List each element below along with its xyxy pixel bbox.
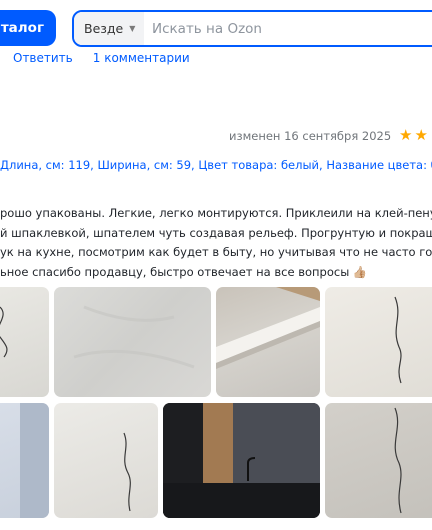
review-edited-date: изменен 16 сентября 2025 [229,129,392,143]
review-photo[interactable] [54,287,211,397]
search-bar: Везде ▼ [72,10,432,47]
review-text: рошо упакованы. Легкие, легко монтируютс… [0,204,432,282]
review-photo[interactable] [325,287,432,397]
review-actions: Ответить 1 комментарии [13,51,190,65]
rating-stars: ★ ★ [399,127,428,143]
catalog-button[interactable]: Каталог [0,10,56,46]
chevron-down-icon: ▼ [129,24,136,33]
search-input[interactable] [144,20,424,37]
review-text-line: й шпаклевкой, шпателем чуть создавая рел… [0,225,432,240]
product-params-link[interactable]: Длина, см: 119, Ширина, см: 59, Цвет тов… [0,158,432,172]
comments-link[interactable]: 1 комментарии [93,51,190,65]
reply-link[interactable]: Ответить [13,51,73,65]
review-text-line: ук на кухне, посмотрим как будет в быту,… [0,245,432,259]
review-photo[interactable] [54,403,158,518]
review-page: Каталог Везде ▼ Ответить 1 комментарии и… [0,0,432,530]
review-text-line: рошо упакованы. Легкие, легко монтируютс… [0,206,432,220]
star-icon: ★ [414,126,428,144]
header: Каталог Везде ▼ [0,0,432,52]
search-scope-label: Везде [84,21,124,36]
review-photo[interactable] [325,403,432,518]
star-icon: ★ [399,126,413,144]
review-photo[interactable] [0,403,49,518]
catalog-label: Каталог [0,20,44,36]
review-text-line: ьное спасибо продавцу, быстро отвечает н… [0,264,368,279]
review-photo[interactable] [163,403,320,518]
search-scope-select[interactable]: Везде ▼ [74,12,144,45]
review-photo[interactable] [216,287,320,397]
review-photo[interactable] [0,287,49,397]
